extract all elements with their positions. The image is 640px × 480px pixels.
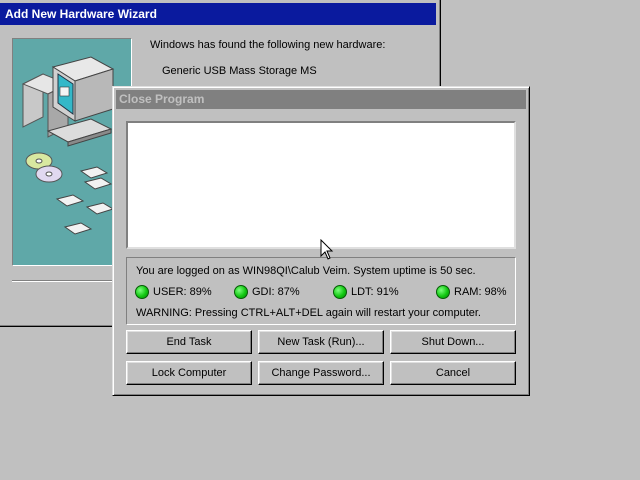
- mouse-pointer-icon: [320, 239, 334, 260]
- stat-ram-label: RAM: 98%: [454, 286, 507, 298]
- logon-status-text: You are logged on as WIN98QI\Calub Veim.…: [136, 265, 476, 277]
- change-password-button[interactable]: Change Password...: [258, 361, 384, 385]
- shut-down-button[interactable]: Shut Down...: [390, 330, 516, 354]
- stat-gdi: GDI: 87%: [234, 284, 300, 300]
- restart-warning-text: WARNING: Pressing CTRL+ALT+DEL again wil…: [136, 307, 481, 319]
- green-status-light-icon: [234, 285, 248, 299]
- wizard-found-text: Windows has found the following new hard…: [150, 39, 386, 51]
- green-status-light-icon: [135, 285, 149, 299]
- green-status-light-icon: [333, 285, 347, 299]
- system-info-panel: You are logged on as WIN98QI\Calub Veim.…: [126, 257, 516, 325]
- stat-ldt: LDT: 91%: [333, 284, 399, 300]
- end-task-button[interactable]: End Task: [126, 330, 252, 354]
- stat-user-label: USER: 89%: [153, 286, 212, 298]
- stat-ldt-label: LDT: 91%: [351, 286, 399, 298]
- wizard-title-bar[interactable]: Add New Hardware Wizard: [0, 3, 436, 25]
- new-task-button[interactable]: New Task (Run)...: [258, 330, 384, 354]
- stat-ram: RAM: 98%: [436, 284, 507, 300]
- stat-user: USER: 89%: [135, 284, 212, 300]
- dialog-title-bar[interactable]: Close Program: [116, 90, 526, 109]
- wizard-device-name: Generic USB Mass Storage MS: [162, 65, 317, 77]
- cancel-button[interactable]: Cancel: [390, 361, 516, 385]
- desktop: Add New Hardware Wizard Windows has foun…: [0, 0, 640, 480]
- lock-computer-button[interactable]: Lock Computer: [126, 361, 252, 385]
- stat-gdi-label: GDI: 87%: [252, 286, 300, 298]
- green-status-light-icon: [436, 285, 450, 299]
- task-list[interactable]: [126, 121, 516, 249]
